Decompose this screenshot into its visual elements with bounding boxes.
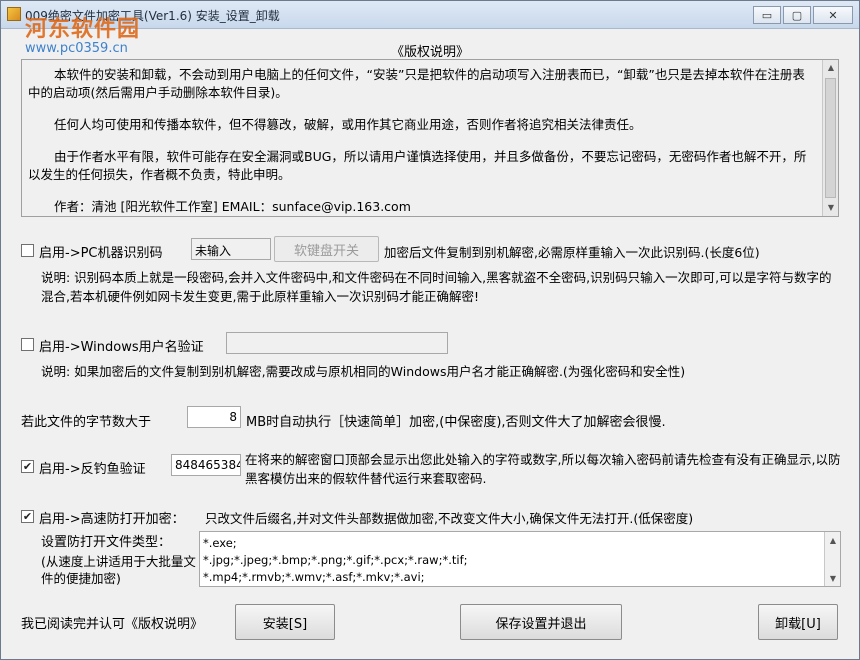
scroll-thumb[interactable] xyxy=(825,78,836,198)
pc-id-checkbox[interactable] xyxy=(21,244,34,257)
size-limit-suffix: MB时自动执行［快速简单］加密,(中保密度),否则文件大了加解密会很慢. xyxy=(246,415,666,430)
agree-text: 我已阅读完并认可《版权说明》 xyxy=(21,617,204,632)
size-limit-input[interactable]: 8 xyxy=(187,406,241,428)
scroll-up-icon[interactable]: ▲ xyxy=(825,532,840,548)
license-paragraph-2: 任何人均可使用和传播本软件，但不得篡改，破解，或用作其它商业用途，否则作者将追究… xyxy=(54,117,642,132)
file-types-textarea[interactable]: *.exe; *.jpg;*.jpeg;*.bmp;*.png;*.gif;*.… xyxy=(199,531,841,587)
uninstall-button[interactable]: 卸载[U] xyxy=(758,604,838,640)
pc-id-note: 加密后文件复制到别机解密,必需原样重输入一次此识别码.(长度6位) xyxy=(384,245,760,260)
pc-id-description: 说明: 识别码本质上就是一段密码,会并入文件密码中,和文件密码在不同时间输入,黑… xyxy=(41,270,832,304)
close-icon: ✕ xyxy=(828,8,838,22)
license-textbox[interactable]: 本软件的安装和卸载，不会动到用户电脑上的任何文件，“安装”只是把软件的启动项写入… xyxy=(21,59,839,217)
pc-id-label: 启用->PC机器识别码 xyxy=(39,246,163,261)
anti-phishing-description: 在将来的解密窗口顶部会显示出您此处输入的字符或数字,所以每次输入密码前请先检查有… xyxy=(245,452,841,486)
minimize-icon: ▭ xyxy=(761,8,773,22)
anti-phishing-checkbox[interactable]: ✔ xyxy=(21,460,34,473)
maximize-icon: ▢ xyxy=(791,8,803,22)
fast-protect-checkbox[interactable]: ✔ xyxy=(21,510,34,523)
window-controls: ▭ ▢ ✕ xyxy=(753,6,853,24)
pc-id-input[interactable]: 未输入 xyxy=(191,238,271,260)
install-button[interactable]: 安装[S] xyxy=(235,604,335,640)
win-user-checkbox[interactable] xyxy=(21,338,34,351)
scroll-down-icon[interactable]: ▼ xyxy=(825,570,840,586)
main-window: 009绝密文件加密工具(Ver1.6) 安装_设置_卸载 河东软件园 www.p… xyxy=(0,0,860,660)
license-paragraph-3: 由于作者水平有限，软件可能存在安全漏洞或BUG，所以请用户谨慎选择使用，并且多做… xyxy=(28,149,807,182)
fast-protect-description: 只改文件后缀名,并对文件头部数据做加密,不改变文件大小,确保文件无法打开.(低保… xyxy=(205,511,694,526)
scroll-up-icon[interactable]: ▲ xyxy=(823,60,838,76)
close-button[interactable]: ✕ xyxy=(813,6,853,24)
win-user-label: 启用->Windows用户名验证 xyxy=(39,340,204,355)
file-types-line: *.jpg;*.jpeg;*.bmp;*.png;*.gif;*.pcx;*.r… xyxy=(203,553,468,567)
license-paragraph-1: 本软件的安装和卸载，不会动到用户电脑上的任何文件，“安装”只是把软件的启动项写入… xyxy=(28,67,805,100)
app-icon xyxy=(7,7,21,21)
win-user-input[interactable] xyxy=(226,332,448,354)
license-scrollbar[interactable]: ▲ ▼ xyxy=(822,60,838,216)
anti-phishing-label: 启用->反钓鱼验证 xyxy=(39,462,146,477)
save-exit-button[interactable]: 保存设置并退出 xyxy=(460,604,622,640)
file-types-line: *.exe; xyxy=(203,536,237,550)
license-title: 《版权说明》 xyxy=(390,45,469,60)
file-types-note: (从速度上讲适用于大批量文件的便捷加密) xyxy=(41,554,196,586)
win-user-description: 说明: 如果加密后的文件复制到别机解密,需要改成与原机相同的Windows用户名… xyxy=(41,364,686,379)
file-types-scrollbar[interactable]: ▲ ▼ xyxy=(824,532,840,586)
size-limit-prefix: 若此文件的字节数大于 xyxy=(21,415,152,430)
file-types-line: *.mp4;*.rmvb;*.wmv;*.asf;*.mkv;*.avi; xyxy=(203,570,425,584)
anti-phishing-input[interactable]: 848465384 xyxy=(171,454,241,476)
window-title: 009绝密文件加密工具(Ver1.6) 安装_设置_卸载 xyxy=(25,9,280,23)
license-author: 作者：清池 [阳光软件工作室] EMAIL：sunface@vip.163.co… xyxy=(54,199,411,214)
scroll-down-icon[interactable]: ▼ xyxy=(823,200,838,216)
fast-protect-label: 启用->高速防打开加密： xyxy=(39,512,185,527)
checkmark-icon: ✔ xyxy=(22,510,33,523)
file-types-label: 设置防打开文件类型： xyxy=(41,535,172,550)
minimize-button[interactable]: ▭ xyxy=(753,6,781,24)
maximize-button[interactable]: ▢ xyxy=(783,6,811,24)
checkmark-icon: ✔ xyxy=(22,460,33,473)
title-bar: 009绝密文件加密工具(Ver1.6) 安装_设置_卸载 河东软件园 www.p… xyxy=(1,1,859,56)
soft-keyboard-button[interactable]: 软键盘开关 xyxy=(274,236,379,262)
